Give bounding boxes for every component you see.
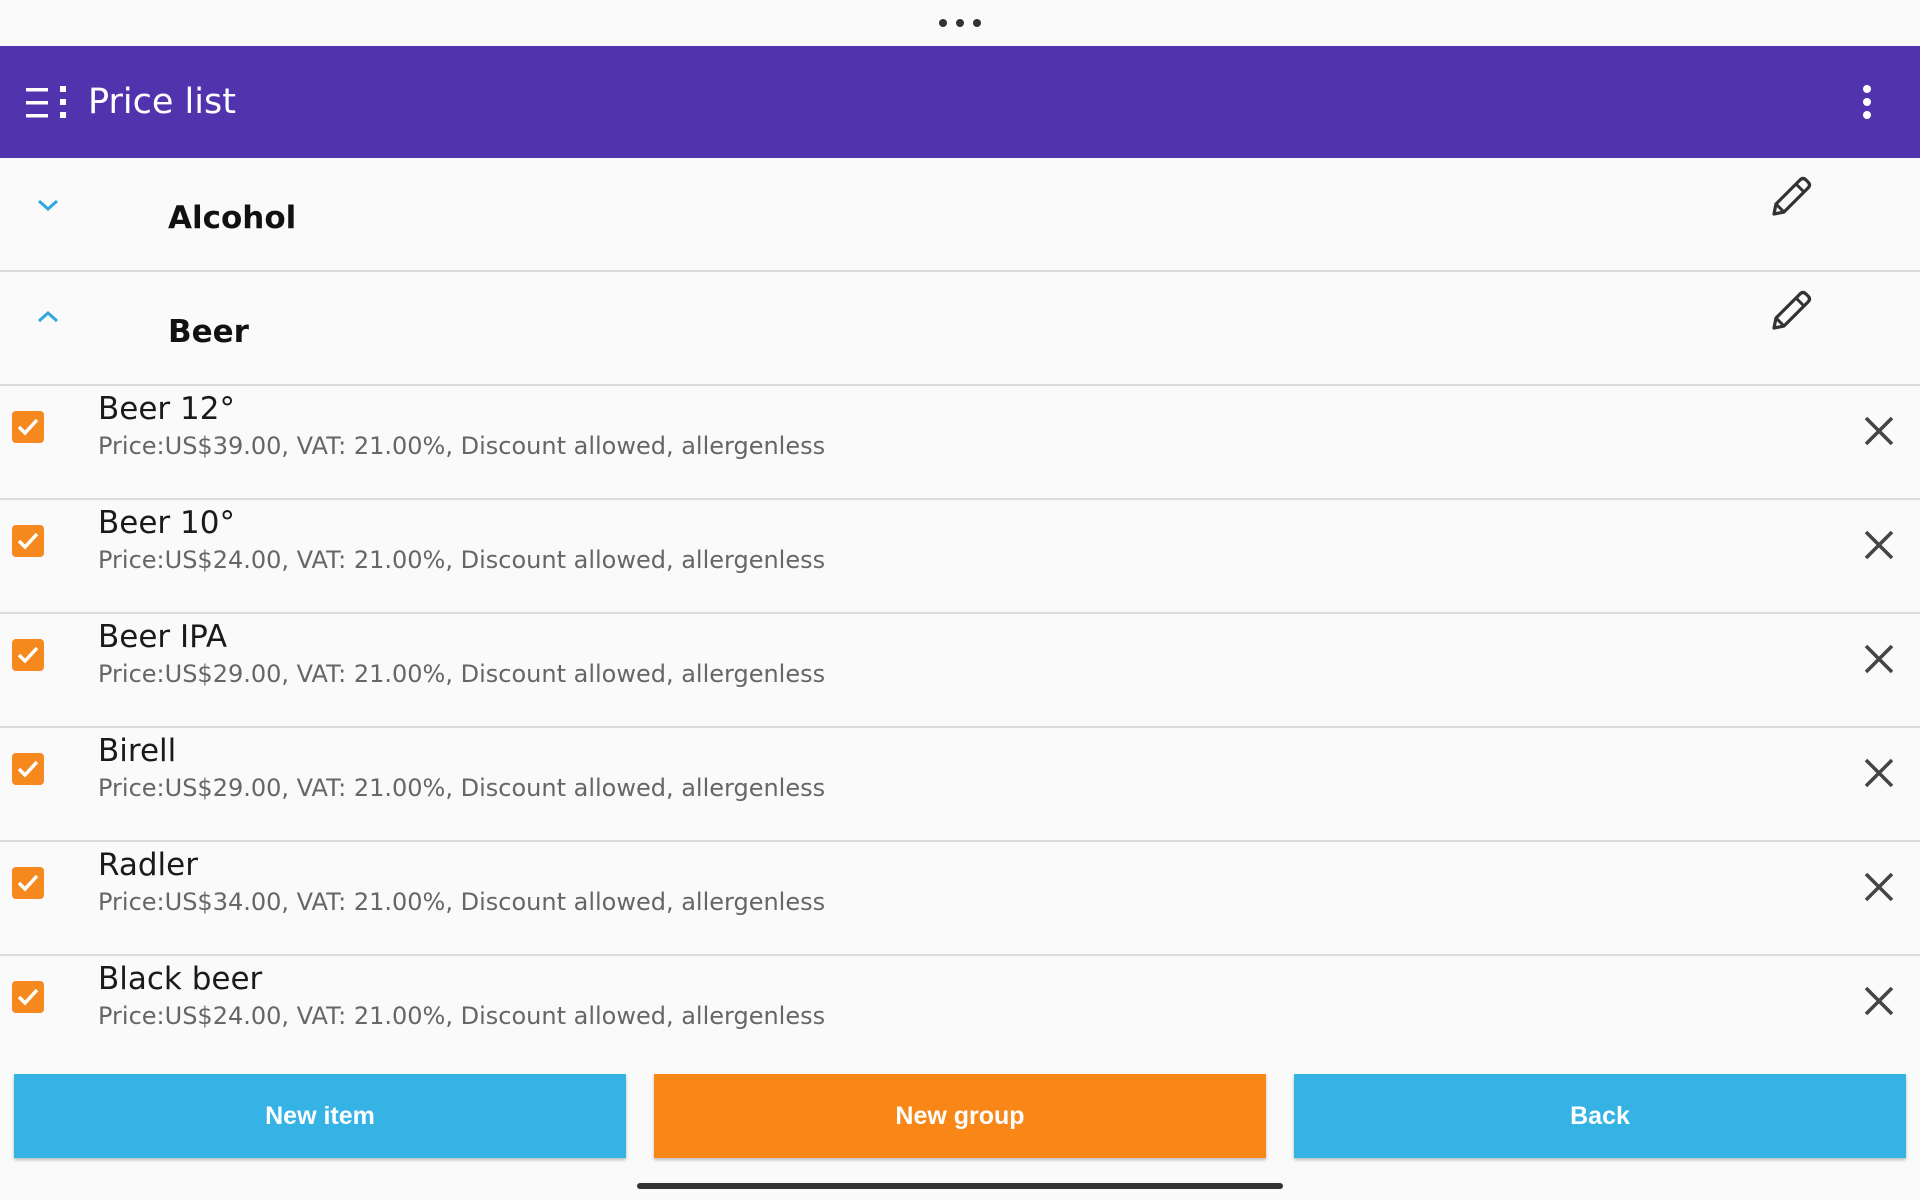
app-toolbar: Price list bbox=[0, 46, 1920, 158]
item-details: Price:US$24.00, VAT: 21.00%, Discount al… bbox=[98, 546, 826, 574]
pencil-icon[interactable] bbox=[1766, 172, 1816, 222]
item-name: Birell bbox=[98, 733, 177, 769]
item-checkbox[interactable] bbox=[12, 753, 44, 785]
chevron-up-icon[interactable] bbox=[34, 308, 62, 326]
item-name: Radler bbox=[98, 847, 198, 883]
dot-icon bbox=[973, 19, 981, 27]
item-checkbox[interactable] bbox=[12, 411, 44, 443]
check-icon bbox=[17, 418, 39, 436]
item-checkbox[interactable] bbox=[12, 867, 44, 899]
close-icon[interactable] bbox=[1862, 528, 1896, 562]
list-menu-icon[interactable] bbox=[26, 86, 72, 120]
home-indicator[interactable] bbox=[637, 1183, 1283, 1189]
window-options-handle[interactable] bbox=[939, 18, 981, 28]
item-row[interactable]: Radler Price:US$34.00, VAT: 21.00%, Disc… bbox=[0, 842, 1920, 956]
item-row[interactable]: Beer 10° Price:US$24.00, VAT: 21.00%, Di… bbox=[0, 500, 1920, 614]
new-item-button[interactable]: New item bbox=[14, 1074, 626, 1158]
check-icon bbox=[17, 988, 39, 1006]
check-icon bbox=[17, 760, 39, 778]
item-details: Price:US$34.00, VAT: 21.00%, Discount al… bbox=[98, 888, 826, 916]
close-icon[interactable] bbox=[1862, 756, 1896, 790]
group-label: Beer bbox=[168, 314, 249, 350]
more-vert-icon[interactable] bbox=[1858, 84, 1876, 120]
close-icon[interactable] bbox=[1862, 870, 1896, 904]
group-row-beer[interactable]: Beer bbox=[0, 272, 1920, 386]
page-title: Price list bbox=[88, 82, 236, 122]
item-details: Price:US$24.00, VAT: 21.00%, Discount al… bbox=[98, 1002, 826, 1030]
item-checkbox[interactable] bbox=[12, 639, 44, 671]
item-name: Beer 10° bbox=[98, 505, 235, 541]
close-icon[interactable] bbox=[1862, 414, 1896, 448]
item-name: Beer IPA bbox=[98, 619, 228, 655]
item-row[interactable]: Beer 12° Price:US$39.00, VAT: 21.00%, Di… bbox=[0, 386, 1920, 500]
new-group-button[interactable]: New group bbox=[654, 1074, 1266, 1158]
chevron-down-icon[interactable] bbox=[34, 196, 62, 214]
item-row[interactable]: Birell Price:US$29.00, VAT: 21.00%, Disc… bbox=[0, 728, 1920, 842]
dot-icon bbox=[956, 19, 964, 27]
item-checkbox[interactable] bbox=[12, 981, 44, 1013]
item-row[interactable]: Beer IPA Price:US$29.00, VAT: 21.00%, Di… bbox=[0, 614, 1920, 728]
item-details: Price:US$29.00, VAT: 21.00%, Discount al… bbox=[98, 660, 826, 688]
item-row[interactable]: Black beer Price:US$24.00, VAT: 21.00%, … bbox=[0, 956, 1920, 1070]
check-icon bbox=[17, 532, 39, 550]
group-label: Alcohol bbox=[168, 200, 297, 236]
item-details: Price:US$29.00, VAT: 21.00%, Discount al… bbox=[98, 774, 826, 802]
close-icon[interactable] bbox=[1862, 642, 1896, 676]
status-strip bbox=[0, 0, 1920, 46]
check-icon bbox=[17, 646, 39, 664]
check-icon bbox=[17, 874, 39, 892]
item-details: Price:US$39.00, VAT: 21.00%, Discount al… bbox=[98, 432, 826, 460]
dot-icon bbox=[939, 19, 947, 27]
close-icon[interactable] bbox=[1862, 984, 1896, 1018]
group-row-alcohol[interactable]: Alcohol bbox=[0, 158, 1920, 272]
back-button[interactable]: Back bbox=[1294, 1074, 1906, 1158]
item-name: Beer 12° bbox=[98, 391, 235, 427]
item-checkbox[interactable] bbox=[12, 525, 44, 557]
pencil-icon[interactable] bbox=[1766, 286, 1816, 336]
item-name: Black beer bbox=[98, 961, 263, 997]
